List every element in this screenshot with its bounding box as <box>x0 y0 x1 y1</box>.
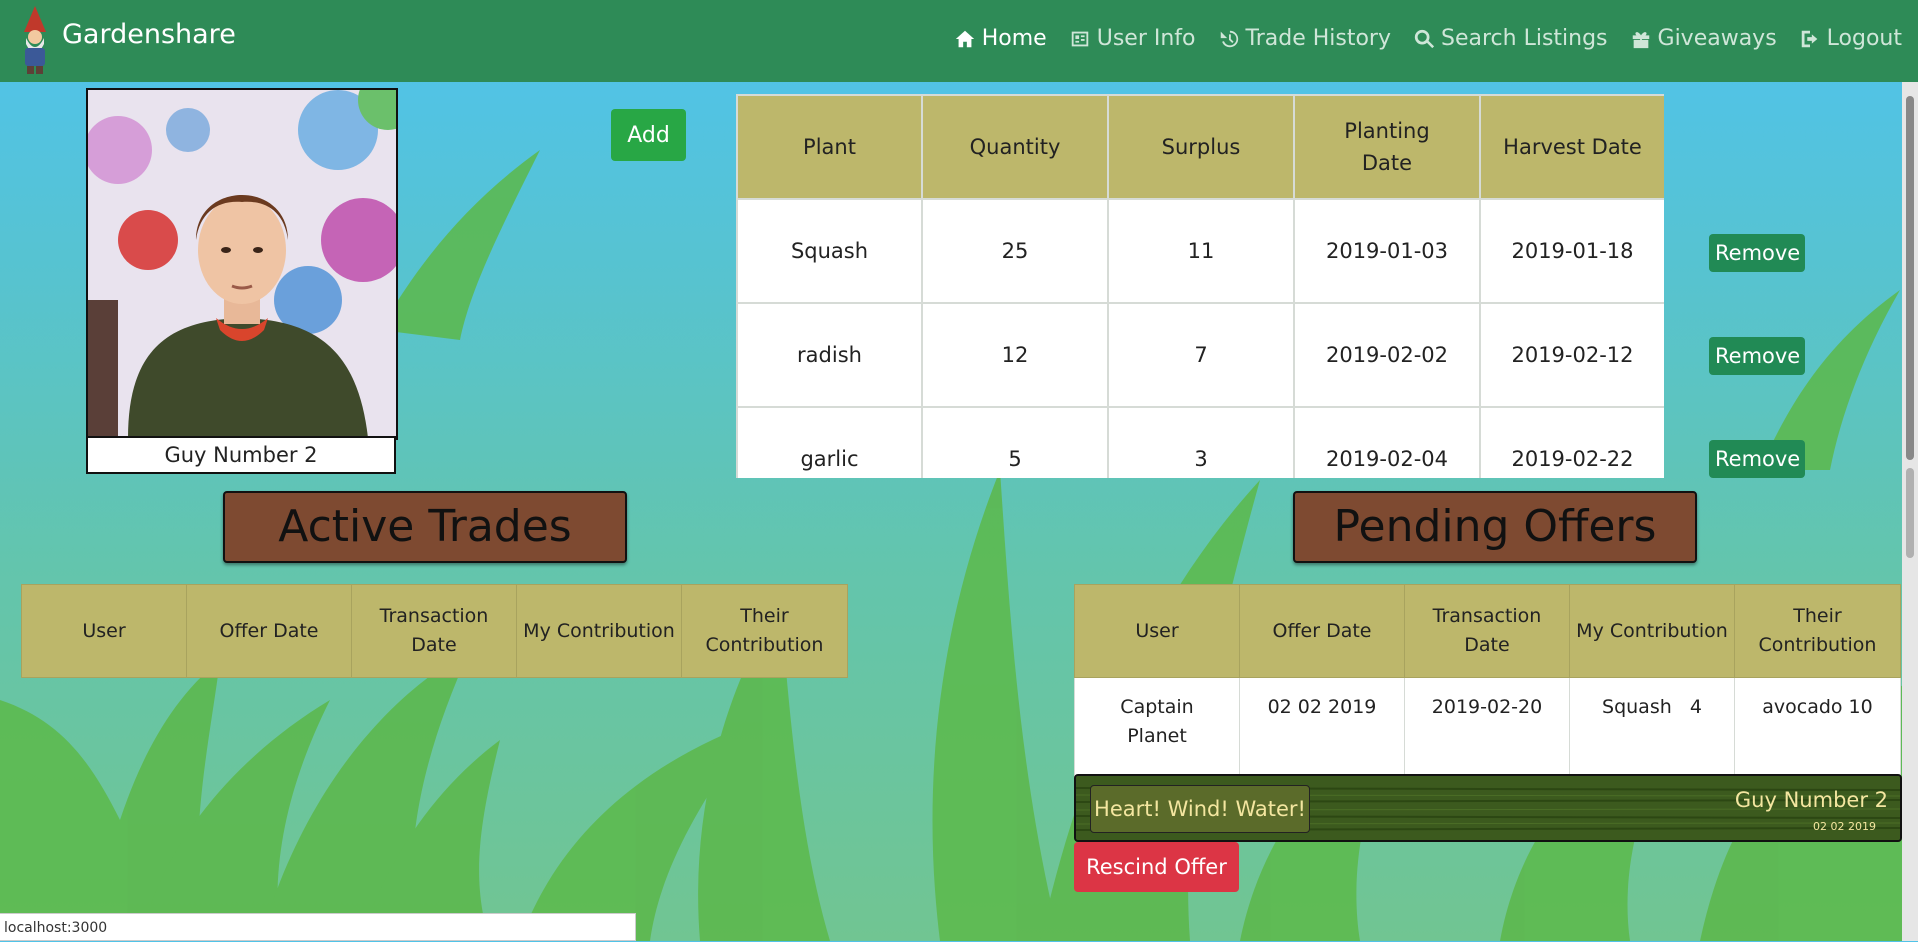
cell-transaction-date: 2019-02-20 <box>1404 677 1570 786</box>
col-header-surplus: Surplus <box>1107 94 1295 200</box>
nav-trade-history[interactable]: Trade History <box>1218 26 1392 51</box>
col-header-transaction-date: Transaction Date <box>351 584 517 678</box>
nav-logout[interactable]: Logout <box>1799 26 1902 51</box>
rescind-offer-button[interactable]: Rescind Offer <box>1074 842 1239 892</box>
active-trades-heading: Active Trades <box>223 491 627 563</box>
table-row: garlic 5 3 2019-02-04 2019-02-22 <box>736 406 1664 478</box>
avatar <box>84 70 418 438</box>
cell-harvest-date: 2019-02-12 <box>1479 302 1664 408</box>
col-header-my-contribution: My Contribution <box>1569 584 1735 678</box>
cell-plant: radish <box>736 302 923 408</box>
nav-search-listings-label: Search Listings <box>1441 26 1608 51</box>
gnome-logo-icon[interactable] <box>14 4 56 76</box>
search-icon <box>1414 29 1435 48</box>
scrollbar-track-segment <box>1906 468 1914 558</box>
col-header-offer-date: Offer Date <box>1239 584 1405 678</box>
table-header-row: Plant Quantity Surplus Planting Date Har… <box>736 94 1664 200</box>
gift-icon <box>1632 31 1649 48</box>
cell-planting-date: 2019-02-02 <box>1293 302 1481 408</box>
col-header-user: User <box>1074 584 1240 678</box>
cell-user: Captain Planet <box>1074 677 1240 786</box>
col-header-plant: Plant <box>736 94 923 200</box>
col-header-my-contribution: My Contribution <box>516 584 682 678</box>
nav-user-info-label: User Info <box>1096 26 1196 51</box>
cell-planting-date: 2019-02-04 <box>1293 406 1481 478</box>
profile-photo <box>84 70 418 440</box>
col-header-transaction-date: Transaction Date <box>1404 584 1570 678</box>
nav-giveaways-label: Giveaways <box>1657 26 1777 51</box>
cell-plant: garlic <box>736 406 923 478</box>
profile-name: Guy Number 2 <box>86 436 396 474</box>
add-plant-button[interactable]: Add <box>611 109 686 161</box>
cell-quantity: 25 <box>921 198 1109 304</box>
cell-quantity: 5 <box>921 406 1109 478</box>
active-trades-table: User Offer Date Transaction Date My Cont… <box>21 584 848 678</box>
navbar: Gardenshare Home User Info Trade History… <box>0 0 1918 82</box>
cell-harvest-date: 2019-02-22 <box>1479 406 1664 478</box>
cell-planting-date: 2019-01-03 <box>1293 198 1481 304</box>
nav-search-listings[interactable]: Search Listings <box>1413 26 1608 51</box>
history-icon <box>1220 30 1238 47</box>
col-header-harvest-date: Harvest Date <box>1479 94 1664 200</box>
nav-giveaways[interactable]: Giveaways <box>1630 26 1777 51</box>
scrollbar-thumb[interactable] <box>1906 96 1914 460</box>
table-row: radish 12 7 2019-02-02 2019-02-12 <box>736 302 1664 408</box>
col-header-quantity: Quantity <box>921 94 1109 200</box>
main-nav: Home User Info Trade History Search List… <box>954 26 1918 51</box>
nav-trade-history-label: Trade History <box>1245 26 1392 51</box>
table-row[interactable]: Captain Planet 02 02 2019 2019-02-20 Squ… <box>1074 677 1901 786</box>
logout-icon <box>1801 30 1818 47</box>
table-row: Squash 25 11 2019-01-03 2019-01-18 <box>736 198 1664 304</box>
table-header-row: User Offer Date Transaction Date My Cont… <box>1074 584 1901 678</box>
pending-offers-table: User Offer Date Transaction Date My Cont… <box>1074 584 1901 786</box>
plants-table-scroll[interactable]: Plant Quantity Surplus Planting Date Har… <box>736 94 1664 478</box>
offer-message: Heart! Wind! Water! <box>1090 785 1310 833</box>
cell-surplus: 11 <box>1107 198 1295 304</box>
cell-surplus: 3 <box>1107 406 1295 478</box>
nav-home[interactable]: Home <box>954 26 1047 51</box>
cell-quantity: 12 <box>921 302 1109 408</box>
offer-message-user: Guy Number 2 <box>1734 788 1888 812</box>
col-header-user: User <box>21 584 187 678</box>
remove-plant-button[interactable]: Remove <box>1709 337 1805 375</box>
col-header-their-contribution: Their Contribution <box>1734 584 1901 678</box>
offer-message-bar: Heart! Wind! Water! Guy Number 2 02 02 2… <box>1074 774 1902 842</box>
col-header-offer-date: Offer Date <box>186 584 352 678</box>
home-icon <box>955 30 974 47</box>
cell-their-contribution: avocado 10 <box>1734 677 1901 786</box>
cell-offer-date: 02 02 2019 <box>1239 677 1405 786</box>
cell-harvest-date: 2019-01-18 <box>1479 198 1664 304</box>
remove-plant-button[interactable]: Remove <box>1709 440 1805 478</box>
plants-table: Plant Quantity Surplus Planting Date Har… <box>736 94 1664 478</box>
nav-logout-label: Logout <box>1826 26 1902 51</box>
col-header-their-contribution: Their Contribution <box>681 584 848 678</box>
col-header-planting-date: Planting Date <box>1293 94 1481 200</box>
pending-offers-heading: Pending Offers <box>1293 491 1697 563</box>
status-bar-url: localhost:3000 <box>0 913 636 941</box>
cell-my-contribution: Squash 4 <box>1569 677 1735 786</box>
id-card-icon <box>1071 31 1088 46</box>
nav-home-label: Home <box>981 26 1047 51</box>
remove-plant-button[interactable]: Remove <box>1709 234 1805 272</box>
brand-name[interactable]: Gardenshare <box>62 19 236 50</box>
nav-user-info[interactable]: User Info <box>1069 26 1196 51</box>
cell-plant: Squash <box>736 198 923 304</box>
offer-message-date: 02 02 2019 <box>1813 820 1876 833</box>
page-scrollbar[interactable] <box>1902 82 1918 941</box>
cell-surplus: 7 <box>1107 302 1295 408</box>
table-header-row: User Offer Date Transaction Date My Cont… <box>21 584 848 678</box>
